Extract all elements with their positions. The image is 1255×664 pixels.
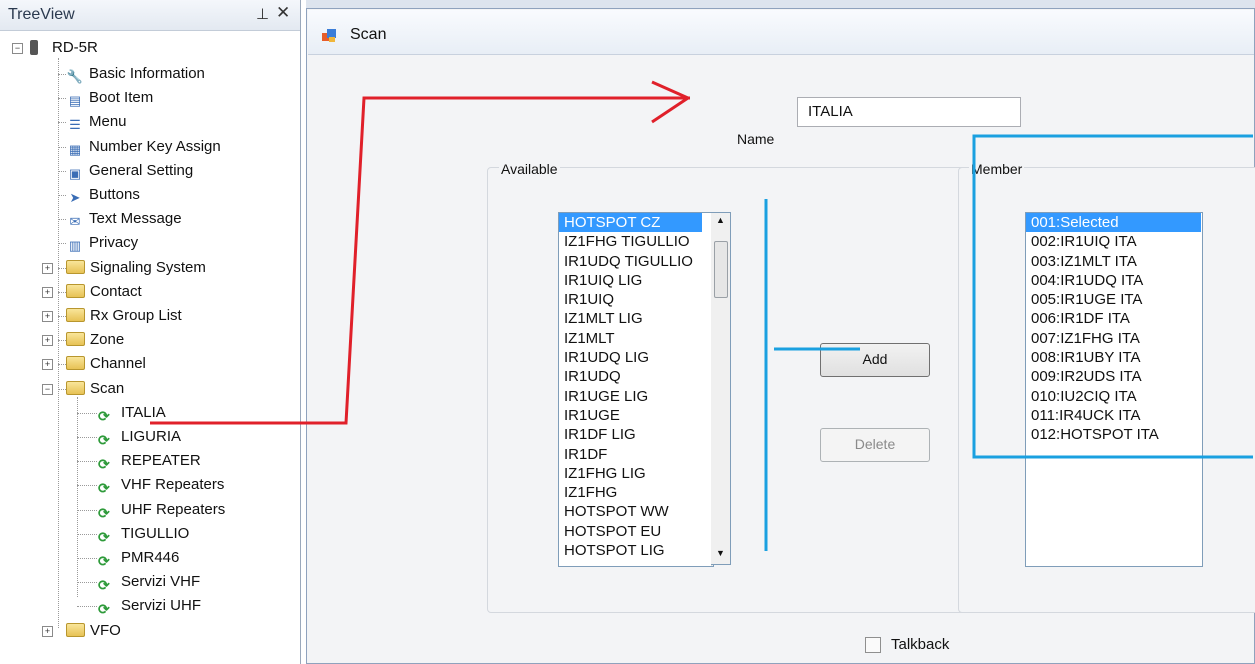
annotation-blue-box — [972, 134, 1253, 459]
annotation-red-arrowhead — [651, 80, 689, 124]
annotation-red-arrow — [150, 96, 690, 425]
annotation-overlay — [150, 80, 1253, 551]
